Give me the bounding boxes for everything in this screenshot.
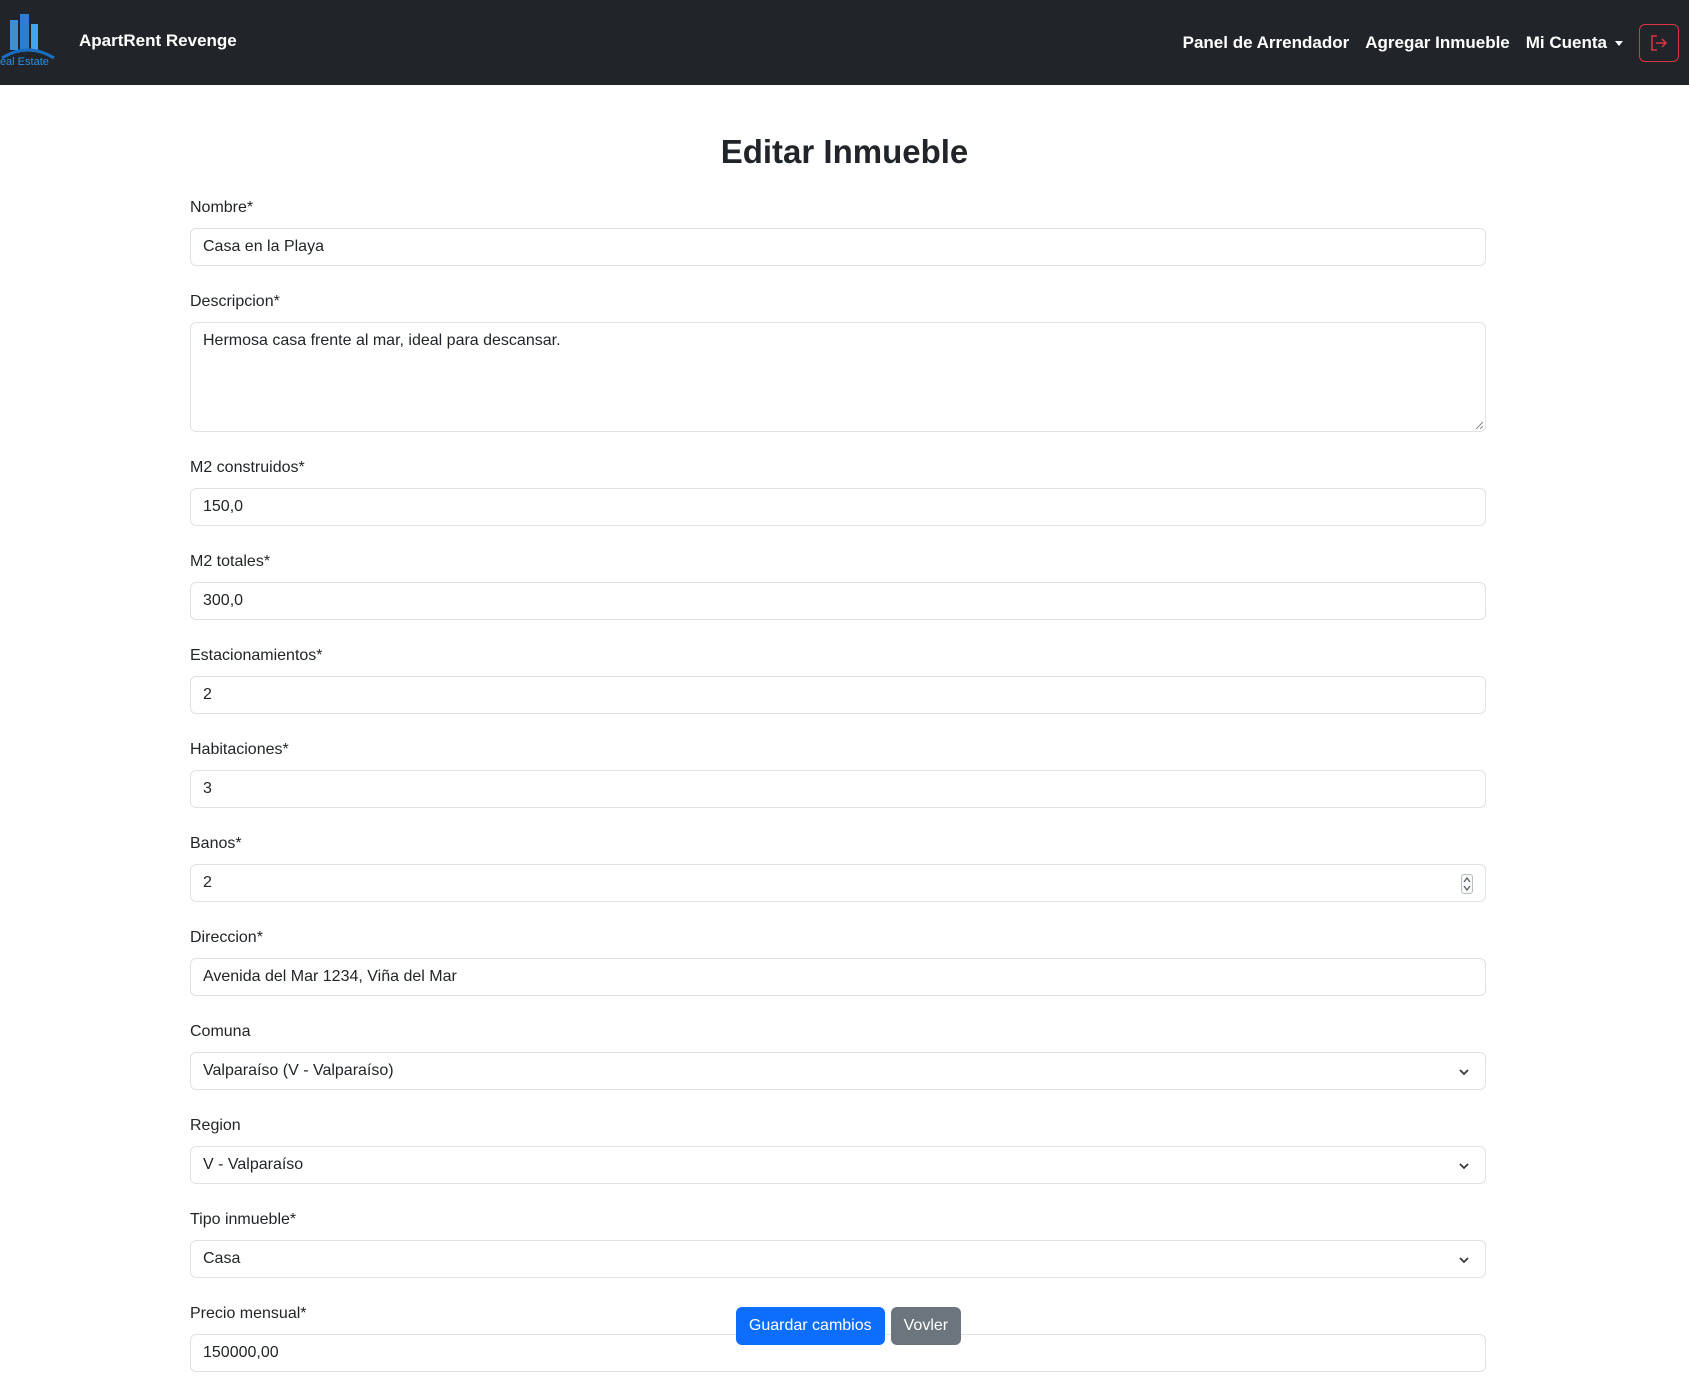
edit-property-form: Nombre* Casa en la Playa Descripcion* He… bbox=[190, 196, 1486, 1396]
m2-totales-label: M2 totales* bbox=[190, 553, 271, 570]
resize-handle-icon[interactable] bbox=[1475, 421, 1483, 429]
nav-links: Panel de Arrendador Agregar Inmueble Mi … bbox=[1183, 0, 1689, 85]
region-select[interactable]: V - Valparaíso bbox=[190, 1146, 1486, 1184]
spinner-arrows-icon bbox=[1463, 877, 1471, 891]
tipo-inmueble-label: Tipo inmueble* bbox=[190, 1211, 297, 1228]
caret-down-icon bbox=[1615, 40, 1623, 46]
comuna-selected: Valparaíso (V - Valparaíso) bbox=[203, 1062, 394, 1079]
region-selected: V - Valparaíso bbox=[203, 1156, 304, 1173]
habitaciones-label: Habitaciones* bbox=[190, 741, 289, 758]
chevron-down-icon bbox=[1459, 1069, 1469, 1076]
estacionamientos-label: Estacionamientos* bbox=[190, 647, 323, 664]
region-label: Region bbox=[190, 1117, 241, 1134]
logout-icon bbox=[1651, 34, 1668, 51]
descripcion-label: Descripcion* bbox=[190, 293, 280, 310]
descripcion-text: Hermosa casa frente al mar, ideal para d… bbox=[203, 332, 561, 349]
direccion-input[interactable]: Avenida del Mar 1234, Viña del Mar bbox=[190, 958, 1486, 996]
form-actions: Guardar cambios Vovler bbox=[0, 1307, 1689, 1345]
number-spinner[interactable] bbox=[1461, 874, 1473, 894]
nav-dropdown-mi-cuenta[interactable]: Mi Cuenta bbox=[1526, 33, 1623, 53]
m2-construidos-input[interactable]: 150,0 bbox=[190, 488, 1486, 526]
mi-cuenta-label: Mi Cuenta bbox=[1525, 32, 1607, 52]
logout-button[interactable] bbox=[1639, 23, 1679, 62]
brand-logo[interactable]: Real Estate bbox=[0, 14, 56, 70]
comuna-label: Comuna bbox=[190, 1023, 251, 1040]
logo-text: Real Estate bbox=[0, 56, 49, 68]
m2-construidos-label: M2 construidos* bbox=[190, 459, 305, 476]
tipo-inmueble-select[interactable]: Casa bbox=[190, 1240, 1486, 1278]
banos-value: 2 bbox=[203, 874, 212, 891]
banos-label: Banos* bbox=[190, 835, 242, 852]
estacionamientos-input[interactable]: 2 bbox=[190, 676, 1486, 714]
brand-name[interactable]: ApartRent Revenge bbox=[79, 31, 237, 51]
nombre-label: Nombre* bbox=[190, 199, 254, 216]
back-button[interactable]: Vovler bbox=[890, 1307, 962, 1345]
descripcion-textarea[interactable]: Hermosa casa frente al mar, ideal para d… bbox=[190, 322, 1486, 432]
habitaciones-input[interactable]: 3 bbox=[190, 770, 1486, 808]
comuna-select[interactable]: Valparaíso (V - Valparaíso) bbox=[190, 1052, 1486, 1090]
tipo-inmueble-selected: Casa bbox=[203, 1250, 241, 1267]
chevron-down-icon bbox=[1459, 1257, 1469, 1264]
banos-input[interactable]: 2 bbox=[190, 864, 1486, 902]
save-button[interactable]: Guardar cambios bbox=[735, 1307, 885, 1345]
direccion-label: Direccion* bbox=[190, 929, 263, 946]
nav-link-panel-arrendador[interactable]: Panel de Arrendador bbox=[1183, 33, 1350, 53]
navbar: Real Estate ApartRent Revenge Panel de A… bbox=[0, 0, 1689, 85]
chevron-down-icon bbox=[1459, 1163, 1469, 1170]
nombre-input[interactable]: Casa en la Playa bbox=[190, 228, 1486, 266]
nav-link-agregar-inmueble[interactable]: Agregar Inmueble bbox=[1365, 33, 1510, 53]
page-title: Editar Inmueble bbox=[720, 133, 969, 170]
m2-totales-input[interactable]: 300,0 bbox=[190, 582, 1486, 620]
